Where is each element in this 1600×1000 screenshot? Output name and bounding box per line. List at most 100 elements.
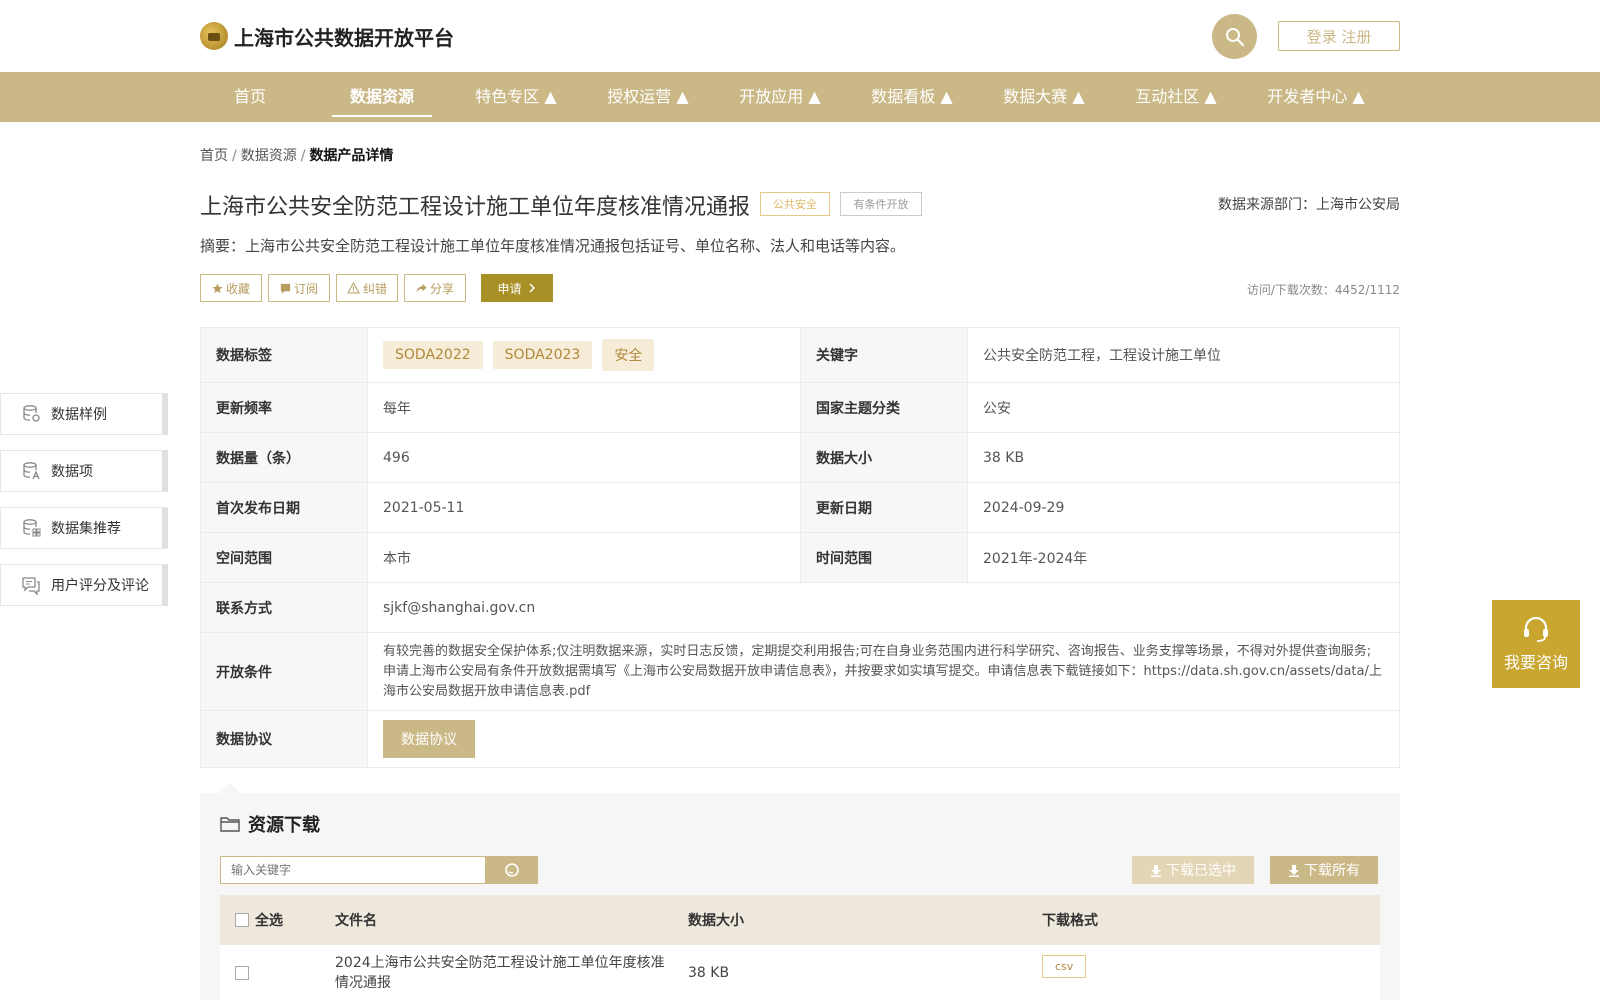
- search-icon: [505, 863, 519, 877]
- select-all-checkbox[interactable]: [235, 913, 249, 927]
- consult-button[interactable]: 我要咨询: [1492, 600, 1580, 688]
- side-menu-label: 用户评分及评论: [51, 578, 149, 594]
- nav-item-developer-center[interactable]: 开发者中心 ▲: [1258, 72, 1374, 122]
- table-row: 数据量（条） 496 数据大小 38 KB: [201, 433, 1399, 483]
- database-icon: [23, 405, 40, 422]
- update-frequency-label: 更新频率: [201, 383, 368, 432]
- file-size: 38 KB: [688, 964, 730, 981]
- side-menu-recommend[interactable]: 数据集推荐: [0, 507, 168, 549]
- format-cell: csv: [1042, 939, 1087, 994]
- open-condition-value: 有较完善的数据安全保护体系;仅注明数据来源，实时日志反馈，定期提交利用报告;可在…: [383, 643, 1382, 699]
- data-tag-chip[interactable]: SODA2023: [492, 341, 593, 369]
- consult-label: 我要咨询: [1503, 653, 1568, 672]
- dataset-title: 上海市公共安全防范工程设计施工单位年度核准情况通报: [200, 195, 751, 220]
- first-publish-value: 2021-05-11: [368, 483, 801, 532]
- visit-download-count: 访问/下载次数：4452/1112: [1246, 283, 1400, 297]
- data-agreement-button[interactable]: 数据协议: [383, 720, 475, 758]
- side-menu-label: 数据样例: [51, 407, 107, 423]
- side-menu-rating-comments[interactable]: 用户评分及评论: [0, 564, 168, 606]
- tags-label: 数据标签: [201, 328, 368, 382]
- data-tag-chip[interactable]: 安全: [602, 339, 655, 371]
- table-row: 开放条件 有较完善的数据安全保护体系;仅注明数据来源，实时日志反馈，定期提交利用…: [201, 633, 1399, 711]
- dataset-info-table: 数据标签 SODA2022 SODA2023 安全 关键字 公共安全防范工程，工…: [200, 327, 1400, 768]
- row-checkbox[interactable]: [235, 965, 249, 980]
- open-condition-label: 开放条件: [201, 633, 368, 710]
- nav-item-community[interactable]: 互动社区 ▲: [1126, 72, 1226, 122]
- download-selected-button[interactable]: 下载已选中: [1132, 856, 1254, 884]
- theme-value: 公安: [983, 400, 1011, 417]
- nav-item-data-resources[interactable]: 数据资源: [332, 72, 432, 122]
- apply-label: 申请: [497, 281, 522, 296]
- subscribe-button[interactable]: 订阅: [268, 274, 330, 302]
- nav-item-data-dashboard[interactable]: 数据看板 ▲: [862, 72, 962, 122]
- breadcrumb-home[interactable]: 首页: [200, 148, 228, 164]
- row-select-cell: [235, 945, 255, 1000]
- nav-item-home[interactable]: 首页: [220, 72, 280, 122]
- data-size-label: 数据大小: [801, 433, 968, 482]
- space-range-value: 本市: [368, 533, 801, 582]
- agreement-value: 数据协议: [368, 711, 1399, 767]
- data-tag-chip[interactable]: SODA2022: [383, 341, 483, 369]
- resource-download-section: 资源下载 下载已选中 下载所有 全选 文件名 数据大小 下载格式 2024上海市…: [200, 793, 1400, 1000]
- report-error-button[interactable]: 纠错: [336, 274, 398, 302]
- login-register-button[interactable]: 登录 注册: [1278, 21, 1400, 51]
- database-text-icon: [23, 462, 40, 480]
- side-menu-data-items[interactable]: 数据项: [0, 450, 168, 492]
- breadcrumb-data-resources[interactable]: 数据资源: [241, 148, 297, 164]
- site-header: 上海市公共数据开放平台 登录 注册: [0, 0, 1600, 72]
- search-button[interactable]: [1212, 14, 1257, 59]
- warning-icon: [347, 282, 360, 294]
- share-button[interactable]: 分享: [404, 274, 466, 302]
- breadcrumb: 首页 / 数据资源 / 数据产品详情: [200, 145, 393, 165]
- keywords-label: 关键字: [801, 328, 968, 382]
- nav-item-special-zone[interactable]: 特色专区 ▲: [466, 72, 566, 122]
- record-count-label: 数据量（条）: [201, 433, 368, 482]
- side-menu-label: 数据项: [51, 464, 93, 480]
- resource-search-button[interactable]: [486, 856, 538, 884]
- table-row: 数据标签 SODA2022 SODA2023 安全 关键字 公共安全防范工程，工…: [201, 328, 1399, 383]
- table-row: 更新频率 每年 国家主题分类 公安: [201, 383, 1399, 433]
- contact-value: sjkf@shanghai.gov.cn: [383, 599, 536, 616]
- headset-icon: [1524, 616, 1548, 642]
- folder-icon: [220, 817, 240, 832]
- time-range-value: 2021年-2024年: [983, 550, 1088, 567]
- breadcrumb-current: 数据产品详情: [309, 148, 394, 164]
- section-pointer: [220, 783, 240, 793]
- update-frequency-value: 每年: [368, 383, 801, 432]
- download-all-label: 下载所有: [1304, 863, 1360, 879]
- breadcrumb-separator: /: [300, 148, 306, 164]
- nav-item-authorized-operation[interactable]: 授权运营 ▲: [598, 72, 698, 122]
- download-all-button[interactable]: 下载所有: [1270, 856, 1378, 884]
- theme-label: 国家主题分类: [801, 383, 968, 432]
- select-all-cell: 全选: [235, 895, 283, 945]
- download-format-button[interactable]: csv: [1042, 955, 1087, 978]
- source-department: 数据来源部门：上海市公安局: [1218, 197, 1400, 213]
- file-name[interactable]: 2024上海市公共安全防范工程设计施工单位年度核准情况通报: [335, 945, 665, 1000]
- keywords-value: 公共安全防范工程，工程设计施工单位: [983, 348, 1221, 364]
- data-size-value: 38 KB: [983, 449, 1025, 466]
- logo-icon: [200, 22, 228, 50]
- update-date-value: 2024-09-29: [983, 499, 1065, 516]
- column-header-size: 数据大小: [688, 913, 744, 929]
- apply-button[interactable]: 申请: [481, 274, 553, 302]
- tags-value: SODA2022 SODA2023 安全: [368, 328, 801, 382]
- search-icon: [1225, 27, 1244, 46]
- resource-table-header: 全选 文件名 数据大小 下载格式: [220, 895, 1380, 945]
- star-icon: [212, 282, 223, 293]
- subscribe-label: 订阅: [293, 281, 318, 296]
- site-title: 上海市公共数据开放平台: [234, 25, 454, 50]
- nav-item-open-apps[interactable]: 开放应用 ▲: [730, 72, 830, 122]
- share-label: 分享: [429, 281, 454, 296]
- contact-label: 联系方式: [201, 583, 368, 632]
- category-tag: 公共安全: [760, 192, 830, 216]
- site-logo[interactable]: 上海市公共数据开放平台: [200, 20, 454, 52]
- select-all-label: 全选: [255, 913, 283, 929]
- table-row: 联系方式 sjkf@shanghai.gov.cn: [201, 583, 1399, 633]
- side-menu-data-sample[interactable]: 数据样例: [0, 393, 168, 435]
- report-error-label: 纠错: [362, 281, 387, 296]
- space-range-label: 空间范围: [201, 533, 368, 582]
- download-icon: [1151, 864, 1161, 877]
- favorite-button[interactable]: 收藏: [200, 274, 262, 302]
- nav-item-data-contest[interactable]: 数据大赛 ▲: [994, 72, 1094, 122]
- resource-search-input[interactable]: [220, 856, 486, 884]
